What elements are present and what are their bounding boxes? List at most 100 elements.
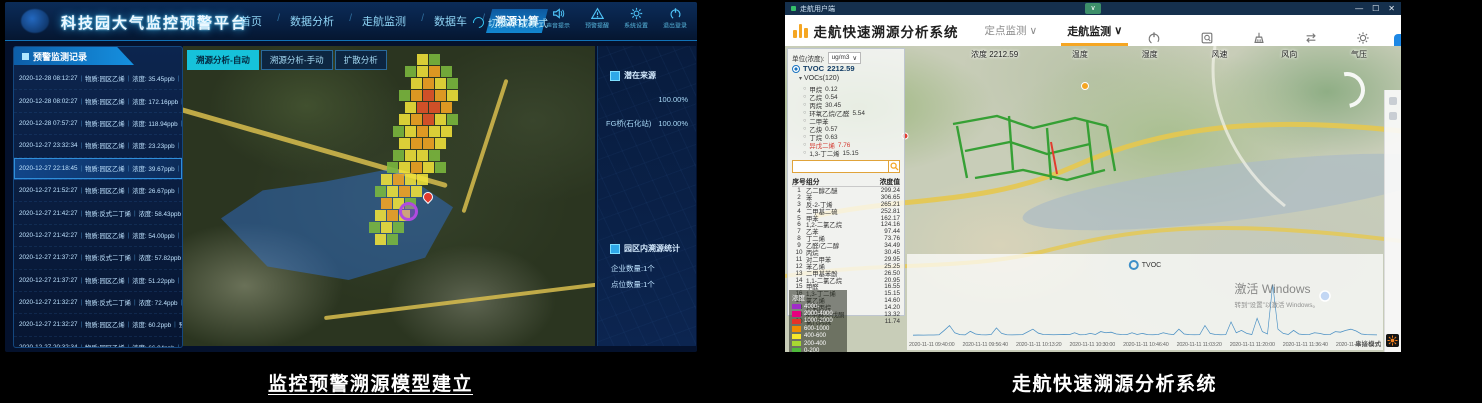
stat-line: 点位数量:1个 [598, 276, 696, 292]
status-item: 风速 [1211, 49, 1227, 60]
power-icon [1147, 31, 1161, 45]
legend-item: 200-400 [792, 340, 844, 347]
warning-record-row[interactable]: 2020-12-27 22:18:45| 物质:园区乙烯| 浓度: 39.67p… [14, 158, 182, 180]
nav-item[interactable]: 首页 [231, 9, 271, 33]
right-app-window: 走航用户端 ∨ — ☐ ✕ 走航快速溯源分析系统 定点监测 ∨ 走航监测 ∨ 开… [785, 2, 1401, 352]
dispersion-heatmap [183, 46, 595, 346]
voc-tree-item[interactable]: 1,3-丁二烯 15.15 [803, 149, 900, 157]
legend-swatch [792, 319, 801, 325]
voc-tree-list: 甲烷 0.12 乙烷 0.54 丙烷 30.45 环氧乙烷/乙醛 [792, 85, 900, 157]
nav-item[interactable]: 数据分析 [281, 9, 343, 33]
warning-record-row[interactable]: 2020-12-28 08:02:27| 物质:园区乙烯| 浓度: 172.16… [14, 90, 182, 112]
warning-record-row[interactable]: 2020-12-27 21:37:27| 物质:反式二丁烯| 浓度: 57.82… [14, 247, 182, 269]
tool-icon[interactable] [1389, 97, 1397, 105]
unit-dropdown[interactable]: ug/m3 ∨ [828, 52, 861, 64]
warning-record-row[interactable]: 2020-12-27 21:32:27| 物质:反式二丁烯| 浓度: 72.4p… [14, 292, 182, 314]
sound-alert-button[interactable]: 声音提示 [544, 7, 572, 31]
source-row[interactable]: 100.00% [598, 87, 696, 111]
chevron-down-icon: ∨ [852, 54, 857, 62]
source-row[interactable]: FG桥(石化站) 100.00% [598, 111, 696, 135]
titlebar-dropdown[interactable]: ∨ [1085, 3, 1101, 14]
component-search-input[interactable] [792, 160, 889, 173]
x-tick-label: 2020-11-11 11:03:20 [1177, 342, 1222, 348]
settings-button[interactable]: 系统设置 [622, 7, 650, 31]
left-app-header: 科技园大气监控预警平台 首页数据分析走航监测数据车溯源计算 切换作战模式 声音提… [5, 2, 697, 41]
tab-fixed-monitoring[interactable]: 定点监测 ∨ [985, 15, 1038, 46]
source-marker[interactable] [399, 202, 418, 221]
tab-mobile-monitoring[interactable]: 走航监测 ∨ [1067, 15, 1122, 46]
status-item: 浓度 2212.59 [971, 49, 1018, 60]
status-item: 气压 [1351, 49, 1367, 60]
app-status-dot [791, 6, 796, 11]
maximize-button[interactable]: ☐ [1372, 4, 1379, 13]
navigation-map[interactable]: 浓度 2212.59 温度 湿度 风速 [785, 46, 1401, 352]
right-app-header: 走航快速溯源分析系统 定点监测 ∨ 走航监测 ∨ 开始/结束 数据查询 一键清 [785, 15, 1401, 47]
analysis-tab[interactable]: 溯源分析-手动 [261, 50, 333, 70]
warning-record-row[interactable]: 2020-12-27 21:52:27| 物质:园区乙烯| 浓度: 26.67p… [14, 180, 182, 202]
legend-item: 0-200 [792, 347, 844, 352]
analysis-tab[interactable]: 溯源分析-自动 [187, 50, 259, 70]
warning-records-header[interactable]: 预警监测记录 [14, 47, 134, 65]
warning-record-row[interactable]: 2020-12-27 21:42:27| 物质:反式二丁烯| 浓度: 58.43… [14, 202, 182, 224]
satellite-map[interactable]: 溯源分析-自动溯源分析-手动扩散分析 [183, 46, 595, 346]
header-tools: 声音提示 预警提醒 系统设置 退出登录 [544, 7, 689, 31]
warning-record-row[interactable]: 2020-12-28 07:57:27| 物质:园区乙烯| 浓度: 118.94… [14, 113, 182, 135]
legend-swatch [792, 334, 801, 340]
search-button[interactable] [889, 160, 900, 173]
document-search-icon [1200, 31, 1214, 45]
legend-item: 600-1000 [792, 325, 844, 332]
tvoc-chart-panel: TVOC 2020-11-11 09:40:002020-11-11 09:56… [907, 254, 1383, 350]
warning-records-panel: 预警监测记录 2020-12-28 08:12:27| 物质:园区乙烯| 浓度:… [13, 46, 183, 348]
panel-icon [610, 244, 620, 254]
platform-logo [21, 9, 49, 33]
gear-icon [630, 7, 643, 20]
sunburst-icon [1387, 335, 1398, 346]
warning-record-row[interactable]: 2020-12-27 21:37:27| 物质:园区乙烯| 浓度: 51.22p… [14, 270, 182, 292]
source-analysis-panel: 潜在来源 100.00% FG桥(石化站) 100.00% 园区内溯源统计 [597, 46, 696, 346]
warning-alert-button[interactable]: 预警提醒 [583, 7, 611, 31]
sunburst-tool-button[interactable] [1386, 334, 1399, 347]
warning-record-row[interactable]: 2020-12-28 08:12:27| 物质:园区乙烯| 浓度: 35.45p… [14, 68, 182, 90]
left-app-title: 科技园大气监控预警平台 [61, 12, 248, 33]
search-icon [890, 162, 899, 171]
right-app-titlebar: 走航用户端 ∨ — ☐ ✕ [785, 2, 1401, 15]
window-title: 走航用户端 [800, 4, 835, 14]
unit-label: 单位(浓度): [792, 53, 825, 63]
legend-item: 4000- [792, 303, 844, 310]
analysis-mode-tabs: 溯源分析-自动溯源分析-手动扩散分析 [187, 50, 387, 70]
status-item: 温度 [1072, 49, 1088, 60]
nav-item[interactable]: 数据车 [425, 9, 476, 33]
warning-record-row[interactable]: 2020-12-27 21:32:27| 物质:园区乙烯| 浓度: 60.2pp… [14, 314, 182, 336]
analysis-tab[interactable]: 扩散分析 [335, 50, 387, 70]
tvoc-selector[interactable]: TVOC 2212.59 [792, 63, 900, 74]
caption-right: 走航快速溯源分析系统 [1012, 369, 1217, 396]
x-tick-label: 2020-11-11 09:56:40 [963, 342, 1008, 348]
speaker-icon [552, 7, 565, 20]
swap-arrows-icon [1304, 31, 1318, 45]
broom-icon [1252, 31, 1266, 45]
left-app-window: 科技园大气监控预警平台 首页数据分析走航监测数据车溯源计算 切换作战模式 声音提… [5, 2, 697, 352]
mode-switch-button[interactable]: 切换作战模式 [473, 15, 548, 30]
list-icon [22, 53, 29, 60]
warning-record-row[interactable]: 2020-12-27 21:42:27| 物质:园区乙烯| 浓度: 54.00p… [14, 225, 182, 247]
x-tick-label: 2020-11-11 11:20:00 [1230, 342, 1275, 348]
chart-legend[interactable]: TVOC [1129, 260, 1161, 270]
link-mode-label: 串接模式 [1355, 338, 1381, 348]
concentration-legend: 浓度 4000- 2000-4000 1000-2000 [789, 290, 847, 352]
minimize-button[interactable]: — [1355, 4, 1363, 13]
nav-item[interactable]: 走航监测 [353, 9, 415, 33]
vocs-group-toggle[interactable]: VOCs(120) [799, 75, 900, 84]
stat-line: 企业数量:1个 [598, 260, 696, 276]
caption-left: 监控预警溯源模型建立 [268, 369, 473, 396]
warning-record-row[interactable]: 2020-12-27 23:32:34| 物质:园区乙烯| 浓度: 23.23p… [14, 135, 182, 157]
close-button[interactable]: ✕ [1388, 4, 1395, 13]
warning-records-list: 2020-12-28 08:12:27| 物质:园区乙烯| 浓度: 35.45p… [14, 68, 182, 348]
components-panel: 单位(浓度): ug/m3 ∨ TVOC 2212.59 VOCs(120) 甲… [787, 48, 905, 316]
x-tick-label: 2020-11-11 10:13:20 [1016, 342, 1061, 348]
logout-button[interactable]: 退出登录 [661, 7, 689, 31]
refresh-icon [471, 15, 486, 30]
radio-selected-icon [792, 65, 800, 73]
warning-record-row[interactable]: 2020-12-27 20:32:34| 物质:园区乙烯| 浓度: 66.04p… [14, 337, 182, 348]
potential-sources-list: 100.00% FG桥(石化站) 100.00% [598, 87, 696, 135]
tool-icon[interactable] [1389, 112, 1397, 120]
